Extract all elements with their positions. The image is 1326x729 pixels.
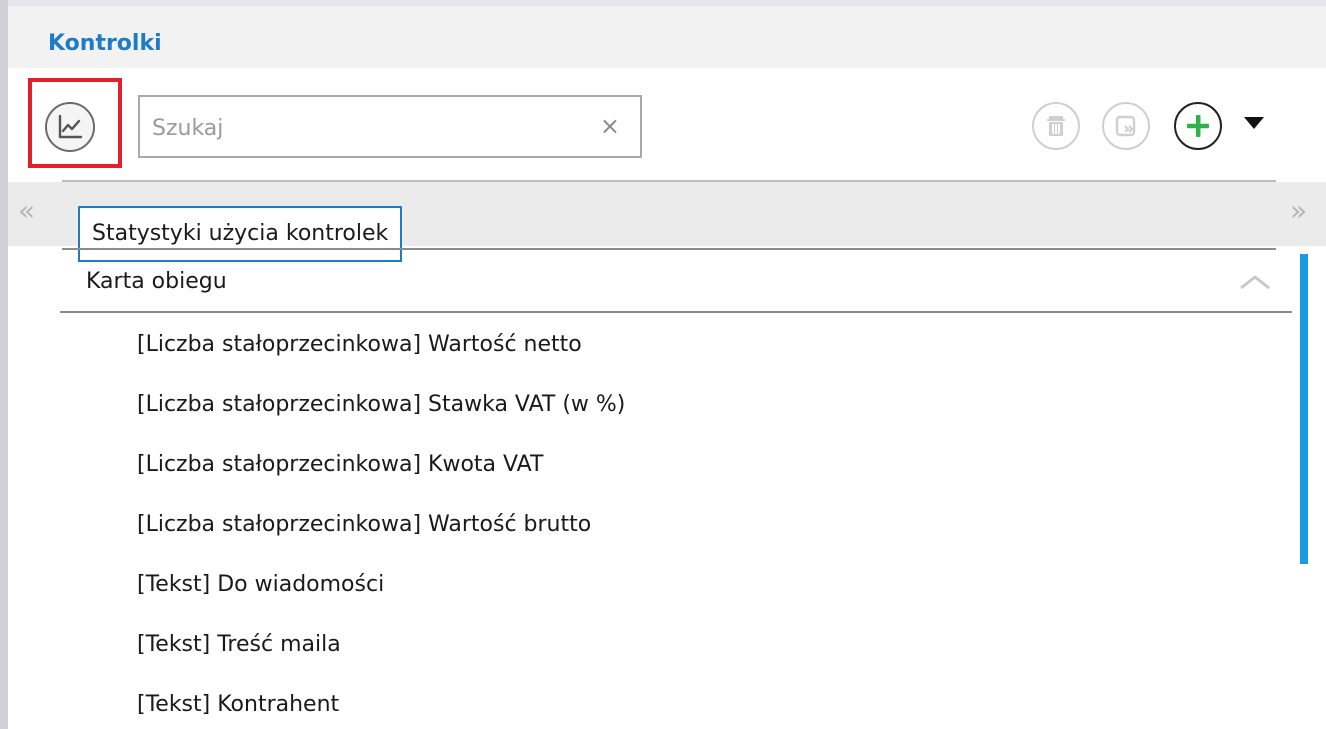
trash-icon (1047, 116, 1065, 136)
copy-forward-icon (1115, 115, 1136, 137)
group-divider (60, 311, 1292, 313)
list-item[interactable]: [Liczba stałoprzecinkowa] Wartość brutto (137, 512, 591, 538)
chevron-up-icon[interactable] (1238, 272, 1272, 292)
list-item[interactable]: [Tekst] Do wiadomości (137, 572, 384, 598)
controls-panel: Kontrolki × (0, 0, 1326, 729)
plus-icon (1187, 115, 1209, 137)
add-button[interactable] (1174, 102, 1222, 150)
left-border (0, 0, 8, 729)
list-item[interactable]: [Liczba stałoprzecinkowa] Kwota VAT (137, 452, 543, 478)
line-chart-icon (58, 114, 83, 139)
scroll-right-icon[interactable]: » (1290, 196, 1307, 226)
scroll-left-icon[interactable]: « (18, 196, 35, 226)
delete-button[interactable] (1032, 102, 1080, 150)
panel-title: Kontrolki (48, 31, 162, 56)
tabs-divider-bottom (62, 248, 1276, 250)
search-input[interactable] (150, 109, 584, 147)
caret-down-icon[interactable] (1244, 117, 1264, 129)
group-title: Karta obiegu (86, 269, 227, 294)
search-box: × (138, 95, 642, 158)
list-item[interactable]: [Tekst] Kontrahent (137, 692, 339, 718)
usage-statistics-button[interactable] (45, 102, 95, 152)
list-item[interactable]: [Liczba stałoprzecinkowa] Wartość netto (137, 332, 582, 358)
group-header[interactable]: Karta obiegu (60, 252, 1292, 312)
list-item[interactable]: [Liczba stałoprzecinkowa] Stawka VAT (w … (137, 392, 625, 418)
clear-search-icon[interactable]: × (600, 111, 620, 141)
vertical-scrollbar[interactable] (1300, 254, 1308, 564)
list-item[interactable]: [Tekst] Treść maila (137, 632, 341, 658)
title-bar: Kontrolki (8, 6, 1326, 68)
copy-button[interactable] (1102, 102, 1150, 150)
